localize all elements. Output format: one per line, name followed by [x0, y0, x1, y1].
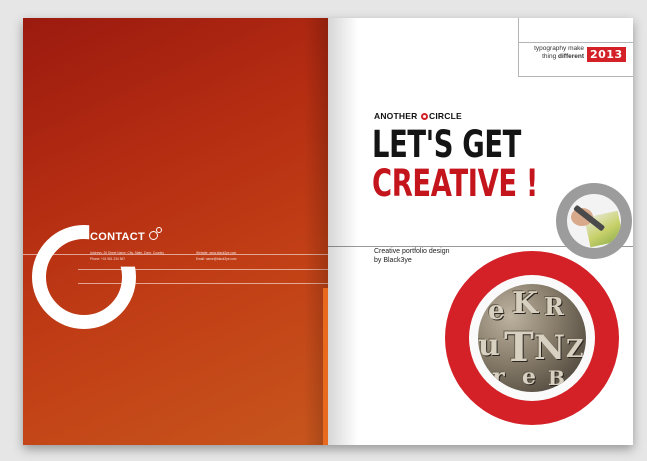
letterpress-glyph: R [544, 292, 564, 321]
letterpress-glyph: r [492, 362, 505, 391]
red-circle-icon [421, 113, 428, 120]
headline-line-2: CREATIVE ! [372, 162, 539, 205]
small-gray-ring [556, 183, 632, 259]
headline-line-1: LET'S GET [372, 123, 521, 166]
year-badge: 2013 [587, 47, 626, 62]
tagline-plain: thing [542, 52, 558, 60]
pen-photo [567, 194, 621, 248]
brand-word-1: ANOTHER [374, 111, 418, 121]
left-page: CONTACT Address: 26 Street Name, City, S… [23, 18, 328, 445]
contact-website: Website: www.black3ye.com [196, 251, 237, 255]
letterpress-glyph: u [478, 328, 500, 363]
contact-heading-text: CONTACT [90, 231, 146, 243]
subtitle: Creative portfolio design by Black3ye [374, 248, 450, 264]
tagline-line-2: thing different [532, 53, 584, 61]
letterpress-glyph: K [512, 286, 539, 321]
brochure-spread: CONTACT Address: 26 Street Name, City, S… [23, 18, 633, 445]
brand-word-2: CIRCLE [429, 111, 462, 121]
contact-phone: Phone: +01 961 234 567 [90, 257, 126, 261]
right-page: typography make thing different 2013 ANO… [328, 18, 633, 445]
letterpress-glyph: N [534, 328, 566, 368]
contact-email: Email: name@black3ye.com [196, 257, 237, 261]
tagline: typography make thing different [532, 45, 584, 60]
brand-logo: ANOTHER CIRCLE [374, 111, 462, 121]
contact-address: Address: 26 Street Name, City, State, Zo… [90, 251, 164, 255]
stage: CONTACT Address: 26 Street Name, City, S… [0, 0, 647, 461]
large-red-ring: e K R u T N Z r e B [445, 251, 619, 425]
letterpress-type-photo: e K R u T N Z r e B [478, 284, 586, 392]
contact-heading: CONTACT [90, 227, 163, 243]
tagline-bold: different [558, 52, 584, 60]
circle-link-icon [149, 227, 163, 240]
tag-divider [518, 42, 633, 43]
tagline-line-1: typography make [534, 45, 584, 52]
large-ring-inner: e K R u T N Z r e B [469, 275, 595, 401]
letterpress-glyph: e [522, 364, 536, 390]
letterpress-glyph: e [488, 296, 505, 326]
letterpress-glyph: B [548, 366, 565, 390]
letterpress-glyph: Z [566, 334, 584, 363]
